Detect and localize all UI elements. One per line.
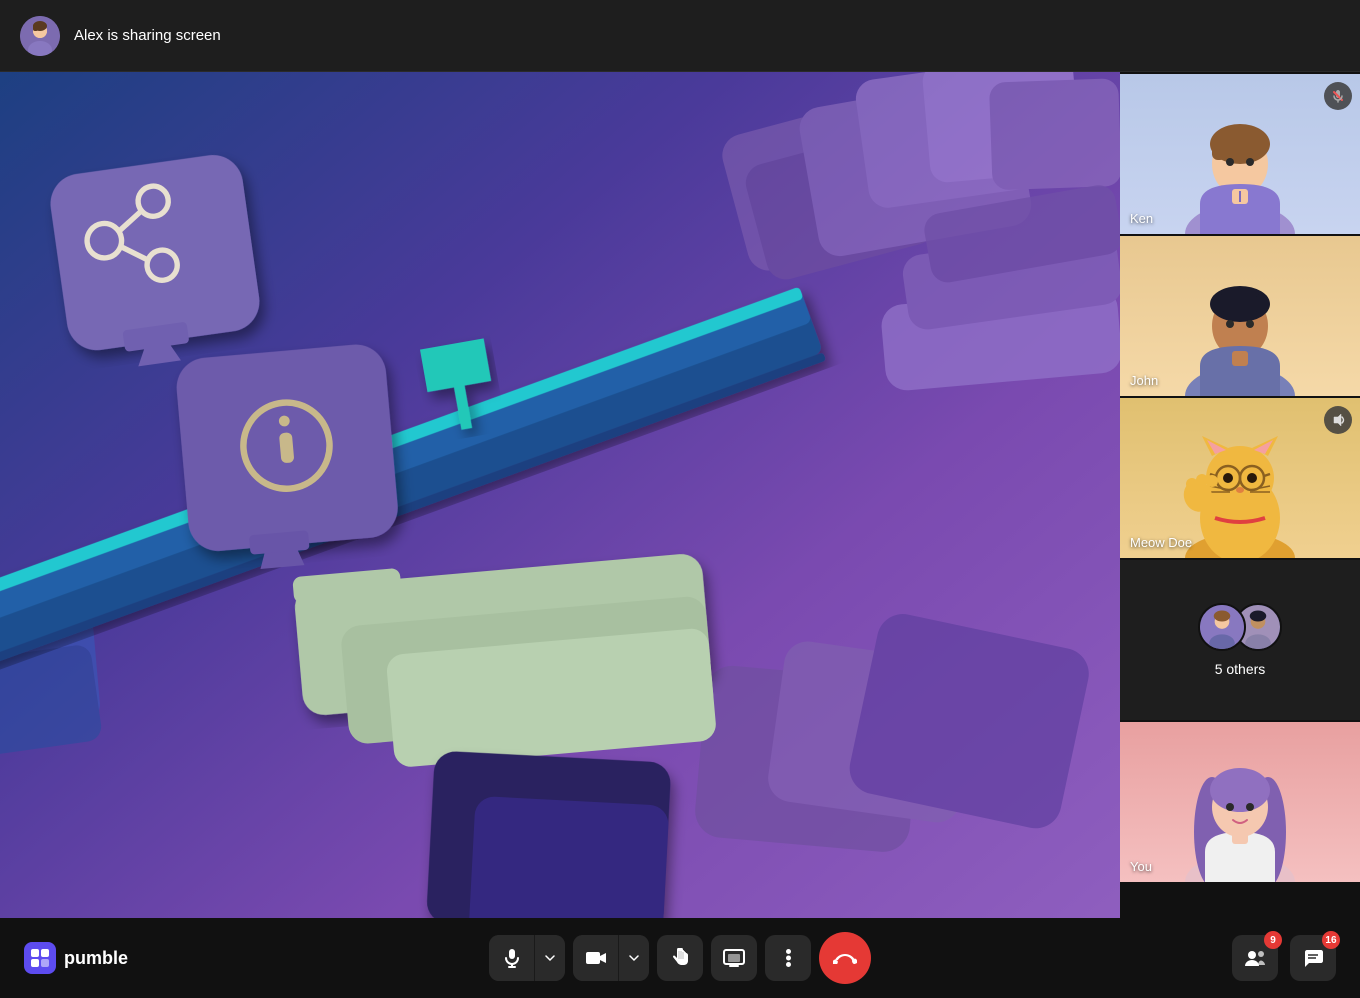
ken-name: Ken: [1130, 211, 1153, 226]
meow-speaker-badge: [1324, 406, 1352, 434]
camera-button-group: [573, 935, 649, 981]
sharing-label: Alex is sharing screen: [74, 27, 221, 44]
others-count-label: 5 others: [1215, 661, 1266, 677]
screen-canvas: [0, 72, 1120, 918]
john-avatar: [1120, 236, 1360, 396]
participants-button[interactable]: 9: [1232, 935, 1278, 981]
camera-dropdown-button[interactable]: [619, 935, 649, 981]
main-content: Ken: [0, 72, 1360, 918]
others-avatar-1: [1198, 603, 1246, 651]
mic-button[interactable]: [489, 935, 535, 981]
logo-area: pumble: [24, 942, 128, 974]
participants-badge: 9: [1264, 931, 1282, 949]
more-options-button[interactable]: [765, 935, 811, 981]
mic-dropdown-button[interactable]: [535, 935, 565, 981]
alex-avatar: [20, 16, 60, 56]
toolbar-right-controls: 9 16: [1232, 935, 1336, 981]
participant-tile-john: John: [1120, 236, 1360, 396]
ken-mute-badge: [1324, 82, 1352, 110]
end-call-button[interactable]: [819, 932, 871, 984]
camera-button[interactable]: [573, 935, 619, 981]
you-avatar: [1120, 722, 1360, 882]
screen-share-button-group: [711, 935, 757, 981]
pumble-logo-icon: [24, 942, 56, 974]
meow-name: Meow Doe: [1130, 535, 1192, 550]
john-name: John: [1130, 373, 1158, 388]
you-name: You: [1130, 859, 1152, 874]
raise-hand-button[interactable]: [657, 935, 703, 981]
participant-tile-meow: Meow Doe: [1120, 398, 1360, 558]
participant-tile-ken: Ken: [1120, 74, 1360, 234]
top-bar: Alex is sharing screen: [0, 0, 1360, 72]
toolbar-center-controls: [489, 932, 871, 984]
mic-button-group: [489, 935, 565, 981]
participants-sidebar: Ken: [1120, 72, 1360, 918]
chat-badge: 16: [1322, 931, 1340, 949]
raise-hand-button-group: [657, 935, 703, 981]
screen-share-button[interactable]: [711, 935, 757, 981]
participant-tile-you: You: [1120, 722, 1360, 882]
chat-button[interactable]: 16: [1290, 935, 1336, 981]
bottom-toolbar: pumble: [0, 918, 1360, 998]
more-options-button-group: [765, 935, 811, 981]
pumble-logo-text: pumble: [64, 948, 128, 969]
screen-share-area: [0, 72, 1120, 918]
participant-tile-others: 5 others: [1120, 560, 1360, 720]
